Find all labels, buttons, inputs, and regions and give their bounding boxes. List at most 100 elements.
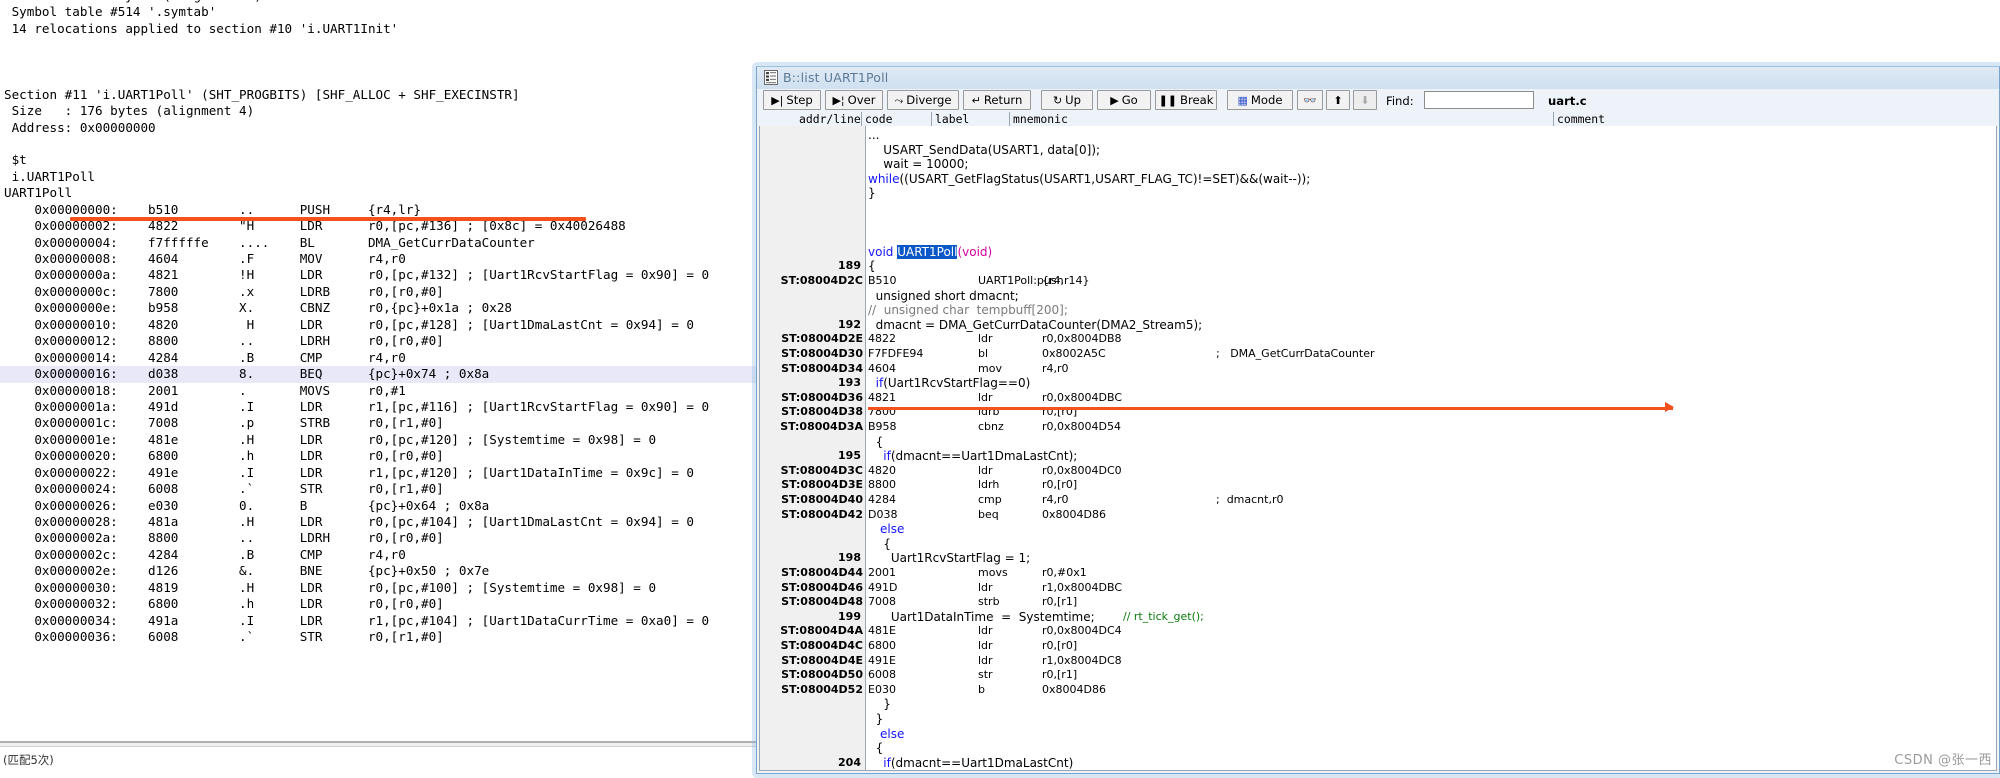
source-text: dmacnt = DMA_GetCurrDataCounter(DMA2_Str… (868, 317, 1203, 332)
toolbar-view-icon[interactable]: 👓 (1297, 90, 1323, 110)
source-row[interactable]: Uart1RcvStartFlag = 1; (866, 551, 1996, 566)
return-icon: ↵ (971, 93, 981, 107)
toolbar-return[interactable]: ↵ Return (963, 90, 1031, 110)
asm-row[interactable]: E030 b 0x8004D86 (866, 683, 1996, 698)
orange-underline-annotation-left (70, 217, 586, 221)
instruction-address: ST:08004D54 (781, 770, 863, 771)
source-row[interactable]: ... (866, 128, 1996, 143)
left-status-bar-inner: (匹配5次) (0, 746, 757, 774)
blank-row (866, 230, 1996, 245)
source-row[interactable]: dmacnt = DMA_GetCurrDataCounter(DMA2_Str… (866, 318, 1996, 333)
source-row[interactable]: if(Uart1RcvStartFlag==0) (866, 376, 1996, 391)
asm-row[interactable]: 6008 str r0,[r1] (866, 668, 1996, 683)
source-text: { (868, 434, 884, 449)
instruction-address: ST:08004D3C (780, 463, 863, 477)
toolbar-go[interactable]: ▶ Go (1097, 90, 1151, 110)
source-keyword-row[interactable]: else (866, 522, 1996, 537)
asm-row[interactable]: D038 beq 0x8004D86 (866, 508, 1996, 523)
map-listing-line: 0x00000032: 6800 .h LDR r0,[r0,#0] (4, 596, 444, 612)
source-text: } (868, 697, 891, 712)
source-row[interactable]: Uart1DataInTime = Systemtime; // rt_tick… (866, 610, 1996, 625)
map-listing-line-selected: 0x00000016: d038 8. BEQ {pc}+0x74 ; 0x8a (0, 366, 757, 383)
map-listing-line: 0x00000036: 6008 .` STR r0,[r1,#0] (4, 629, 444, 645)
source-row[interactable]: { (866, 259, 1996, 274)
mnemonic: ldr (978, 653, 993, 667)
source-keyword-row[interactable]: else (866, 727, 1996, 742)
listing-body[interactable]: 189 ST:08004D2C 192 ST:08004D2E ST:08004D30 S… (759, 126, 1997, 771)
source-row[interactable]: } (866, 186, 1996, 201)
asm-row[interactable]: 2001 movs r0,#0x1 (866, 566, 1996, 581)
toolbar-step-down-icon[interactable]: ⬇ (1353, 90, 1377, 110)
toolbar-mode[interactable]: ▦ Mode (1227, 90, 1293, 110)
toolbar-up[interactable]: ↻ Up (1041, 90, 1093, 110)
map-listing-line: 0x00000030: 4819 .H LDR r0,[pc,#100] ; [… (4, 579, 657, 595)
instruction-address: ST:08004D34 (781, 361, 863, 375)
source-row[interactable]: wait = 10000; (866, 157, 1996, 172)
pause-break-icon: ❚❚ (1158, 93, 1177, 107)
toolbar-over[interactable]: ▶¦ Over (825, 90, 883, 110)
map-listing-line: 0x00000014: 4284 .B CMP r4,r0 (4, 349, 406, 365)
map-listing-line: 0x00000004: f7fffffe .... BL DMA_GetCurr… (4, 234, 535, 250)
source-comment-row[interactable]: // unsigned char tempbuff[200]; (866, 303, 1996, 318)
map-listing-line: 0x00000020: 6800 .h LDR r0,[r0,#0] (4, 448, 444, 464)
map-listing-line: i.UART1Poll (4, 168, 95, 184)
function-declaration-row[interactable]: void UART1Poll(void) (866, 244, 1996, 260)
asm-row[interactable]: 481A ldr r0,0x8004DC0 (866, 770, 1996, 771)
source-row[interactable]: { (866, 741, 1996, 756)
glasses-icon: 👓 (1303, 93, 1317, 107)
source-keyword-row[interactable]: while((USART_GetFlagStatus(USART1,USART_… (866, 172, 1996, 187)
asm-row[interactable]: F7FDFE94 bl 0x8002A5C ; DMA_GetCurrDataCoun… (866, 347, 1996, 362)
map-listing-line: Section #11 'i.UART1Poll' (SHT_PROGBITS)… (4, 86, 520, 102)
window-title-bar[interactable]: B::list UART1Poll (757, 67, 1999, 90)
asm-row[interactable]: 491D ldr r1,0x8004DBC (866, 581, 1996, 596)
asm-row[interactable]: 8800 ldrh r0,[r0] (866, 478, 1996, 493)
asm-row[interactable]: 7008 strb r0,[r1] (866, 595, 1996, 610)
operands: r0,0x8004DC4 (1042, 624, 1122, 638)
asm-row[interactable]: 6800 ldr r0,[r0] (866, 639, 1996, 654)
asm-row[interactable]: 491E ldr r1,0x8004DC8 (866, 654, 1996, 669)
asm-row[interactable]: 4821 ldr r0,0x8004DBC (866, 391, 1996, 406)
source-row[interactable]: } (866, 712, 1996, 727)
asm-row[interactable]: 4822 ldr r0,0x8004DB8 (866, 332, 1996, 347)
asm-row[interactable]: B958 cbnz r0,0x8004D54 (866, 420, 1996, 435)
map-listing-line: 0x00000008: 4604 .F MOV r4,r0 (4, 251, 406, 266)
operands: r0,0x8004DBC (1042, 390, 1123, 404)
find-input[interactable] (1424, 91, 1534, 109)
map-listing-line: 0x00000010: 4820 H LDR r0,[pc,#128] ; [U… (4, 316, 694, 332)
asm-row[interactable]: 4284 cmp r4,r0 ; dmacnt,r0 (866, 493, 1996, 508)
toolbar-step-out-icon[interactable]: ⬆ (1326, 90, 1350, 110)
trace32-list-window[interactable]: B::list UART1Poll ▶| Step ▶¦ Over ⤳ Diverge ↵ R… (756, 66, 2000, 774)
map-listing-pane[interactable]: Size : 112 bytes (alignment 4) Symbol ta… (0, 0, 757, 774)
asm-row[interactable]: 4820 ldr r0,0x8004DC0 (866, 464, 1996, 479)
toolbar-step[interactable]: ▶| Step (763, 90, 821, 110)
source-text: if(dmacnt==Uart1DmaLastCnt); (883, 449, 1078, 464)
source-row[interactable]: unsigned short dmacnt; (866, 289, 1996, 304)
source-row[interactable]: } (866, 697, 1996, 712)
col-header-code: code (865, 112, 893, 126)
asm-row[interactable]: 481E ldr r0,0x8004DC4 (866, 624, 1996, 639)
code-listing-area[interactable]: ... USART_SendData(USART1, data[0]); wai… (866, 126, 1996, 770)
toolbar[interactable]: ▶| Step ▶¦ Over ⤳ Diverge ↵ Return ↻ Up ▶ Go ❚❚ Break… (757, 89, 1999, 112)
instruction-address: ST:08004D4E (781, 653, 863, 667)
orange-underline-annotation-right (868, 407, 1673, 410)
mnemonic: cmp (978, 493, 1002, 506)
map-listing-line: Address: 0x00000000 (4, 119, 156, 135)
operands: r0,0x8004DB8 (1042, 332, 1122, 346)
source-row[interactable]: if(dmacnt==Uart1DmaLastCnt) (866, 756, 1996, 770)
mode-icon: ▦ (1237, 93, 1248, 107)
source-row[interactable]: { (866, 435, 1996, 450)
source-row[interactable]: if(dmacnt==Uart1DmaLastCnt); (866, 449, 1996, 464)
source-text: { (868, 259, 876, 274)
selected-symbol[interactable]: UART1Poll (897, 244, 958, 259)
asm-row[interactable]: B510 UART1Poll:push {r4,r14} (866, 274, 1996, 289)
source-row[interactable]: { (866, 537, 1996, 552)
instruction-address: ST:08004D2C (780, 274, 863, 287)
opcode-bytes: 481A (868, 770, 897, 771)
toolbar-break[interactable]: ❚❚ Break (1155, 90, 1217, 110)
opcode-bytes: 4604 (868, 361, 896, 375)
toolbar-over-label: Over (847, 93, 876, 107)
source-row[interactable]: USART_SendData(USART1, data[0]); (866, 143, 1996, 158)
asm-row[interactable]: 4604 mov r4,r0 (866, 362, 1996, 377)
instruction-address: ST:08004D2E (781, 332, 863, 346)
toolbar-diverge[interactable]: ⤳ Diverge (887, 90, 959, 110)
